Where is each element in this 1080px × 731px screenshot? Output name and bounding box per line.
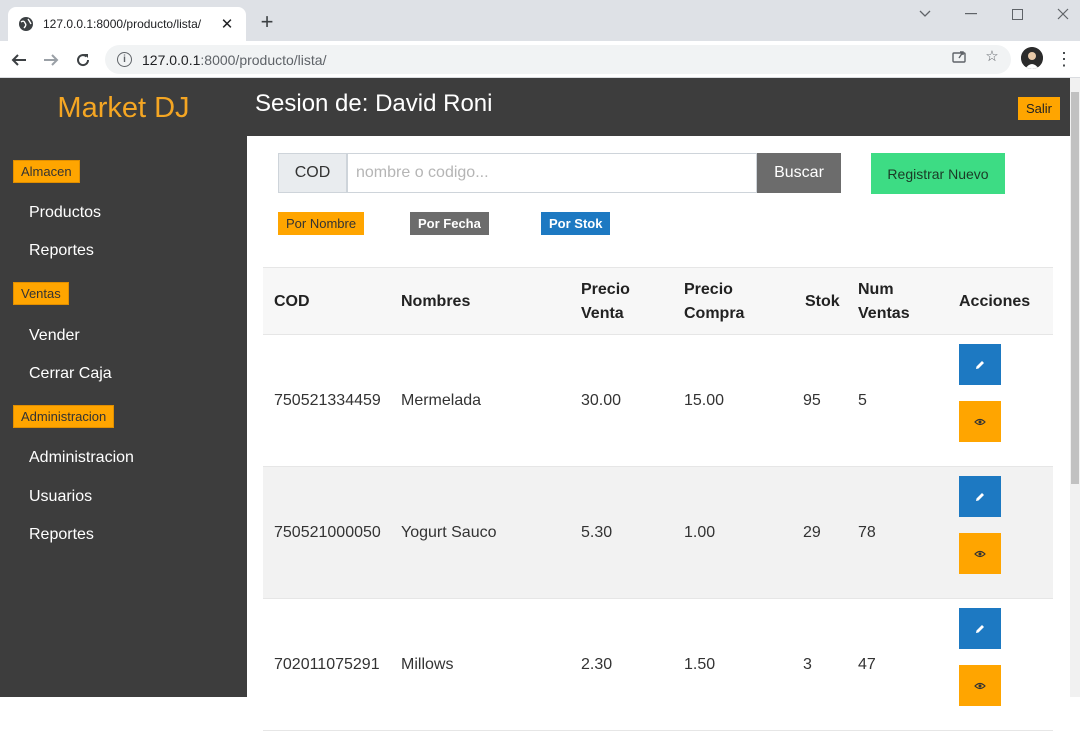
sidebar: Market DJ Almacen Productos Reportes Ven…	[0, 78, 247, 697]
col-header-stok: Stok	[805, 293, 840, 310]
col-header-precio-venta: Precio Venta	[581, 281, 630, 322]
products-table: COD Nombres Precio Venta Precio Compra S…	[263, 267, 1053, 731]
search-addon: COD	[278, 153, 347, 193]
logout-button[interactable]: Salir	[1017, 97, 1060, 120]
sidebar-item-cerrar-caja[interactable]: Cerrar Caja	[29, 365, 112, 383]
section-ventas: Ventas	[13, 282, 69, 305]
sidebar-item-vender[interactable]: Vender	[29, 327, 80, 345]
close-tab-icon[interactable]: ✕	[218, 15, 236, 33]
main-content: COD Buscar Registrar Nuevo Por Nombre Po…	[247, 136, 1070, 731]
address-url: 127.0.0.1:8000/producto/lista/	[142, 51, 327, 68]
cell-cod: 702011075291	[274, 656, 380, 673]
chevron-down-icon[interactable]	[902, 0, 948, 28]
cell-stok: 3	[803, 656, 812, 673]
scrollbar-thumb[interactable]	[1071, 92, 1079, 484]
sidebar-item-reportes[interactable]: Reportes	[29, 242, 94, 260]
top-bar: Sesion de: David Roni Salir	[247, 78, 1070, 136]
cell-cod: 750521000050	[274, 524, 381, 541]
close-window-icon[interactable]	[1040, 0, 1080, 28]
col-header-precio-compra: Precio Compra	[684, 281, 745, 322]
tab-title: 127.0.0.1:8000/producto/lista/	[43, 17, 202, 31]
page: Market DJ Almacen Productos Reportes Ven…	[0, 78, 1080, 731]
cell-nombre: Mermelada	[401, 392, 482, 409]
search-button[interactable]: Buscar	[757, 153, 841, 193]
filter-by-name-button[interactable]: Por Nombre	[278, 212, 365, 235]
cell-precio-venta: 30.00	[581, 392, 622, 409]
view-button[interactable]	[959, 665, 1001, 706]
info-icon[interactable]: i	[117, 52, 132, 67]
view-button[interactable]	[959, 533, 1001, 574]
maximize-icon[interactable]	[994, 0, 1040, 28]
cell-num-ventas: 5	[858, 392, 867, 409]
session-title: Sesion de: David Roni	[255, 90, 493, 117]
pencil-icon	[976, 624, 984, 633]
cell-nombre: Yogurt Sauco	[401, 524, 497, 541]
forward-icon[interactable]	[38, 47, 64, 73]
col-header-num-ventas: Num Ventas	[858, 281, 910, 322]
sidebar-item-reportes-admin[interactable]: Reportes	[29, 526, 94, 544]
table-header: COD Nombres Precio Venta Precio Compra S…	[263, 267, 1053, 335]
menu-dots-icon[interactable]: ⋮	[1055, 47, 1073, 71]
sidebar-item-administracion[interactable]: Administracion	[29, 449, 134, 467]
filter-by-date-button[interactable]: Por Fecha	[410, 212, 489, 235]
cell-cod: 750521334459	[274, 392, 381, 409]
table-row: 750521000050 Yogurt Sauco 5.30 1.00 29 7…	[263, 467, 1053, 599]
brand-logo[interactable]: Market DJ	[0, 92, 247, 125]
star-icon[interactable]: ☆	[983, 47, 1001, 65]
eye-icon	[974, 682, 986, 689]
cell-precio-compra: 15.00	[684, 392, 725, 409]
register-new-button[interactable]: Registrar Nuevo	[871, 153, 1005, 194]
view-button[interactable]	[959, 401, 1001, 442]
table-row: 750521334459 Mermelada 30.00 15.00 95 5	[263, 335, 1053, 467]
col-header-cod: COD	[274, 293, 310, 310]
search-input[interactable]	[347, 153, 757, 193]
share-icon[interactable]	[950, 47, 968, 65]
filter-by-stock-button[interactable]: Por Stok	[541, 212, 611, 235]
browser-tab-bar: 127.0.0.1:8000/producto/lista/ ✕ +	[0, 0, 1080, 41]
col-header-nombres: Nombres	[401, 293, 471, 310]
cell-stok: 29	[803, 524, 821, 541]
edit-button[interactable]	[959, 476, 1001, 517]
section-administracion: Administracion	[13, 405, 115, 428]
cell-precio-compra: 1.00	[684, 524, 716, 541]
edit-button[interactable]	[959, 608, 1001, 649]
globe-icon	[18, 16, 34, 32]
sidebar-item-productos[interactable]: Productos	[29, 204, 101, 222]
eye-icon	[974, 418, 986, 425]
cell-nombre: Millows	[401, 656, 454, 673]
sidebar-item-usuarios[interactable]: Usuarios	[29, 488, 92, 506]
cell-precio-compra: 1.50	[684, 656, 716, 673]
cell-precio-venta: 5.30	[581, 524, 613, 541]
reload-icon[interactable]	[70, 47, 96, 73]
section-almacen: Almacen	[13, 160, 80, 183]
edit-button[interactable]	[959, 344, 1001, 385]
table-row: 702011075291 Millows 2.30 1.50 3 47	[263, 599, 1053, 731]
eye-icon	[974, 550, 986, 557]
new-tab-icon[interactable]: +	[256, 11, 278, 33]
cell-num-ventas: 78	[858, 524, 876, 541]
col-header-acciones: Acciones	[959, 293, 1031, 310]
avatar[interactable]	[1021, 47, 1043, 69]
cell-num-ventas: 47	[858, 656, 876, 673]
minimize-icon[interactable]	[948, 0, 994, 28]
back-icon[interactable]	[6, 47, 32, 73]
pencil-icon	[976, 492, 984, 501]
page-scrollbar[interactable]	[1070, 78, 1080, 697]
address-bar[interactable]: i 127.0.0.1:8000/producto/lista/	[105, 45, 1011, 74]
cell-stok: 95	[803, 392, 821, 409]
pencil-icon	[976, 360, 984, 369]
browser-toolbar: i 127.0.0.1:8000/producto/lista/ ☆ ⋮	[0, 41, 1080, 78]
browser-tab[interactable]: 127.0.0.1:8000/producto/lista/ ✕	[8, 7, 246, 41]
cell-precio-venta: 2.30	[581, 656, 613, 673]
